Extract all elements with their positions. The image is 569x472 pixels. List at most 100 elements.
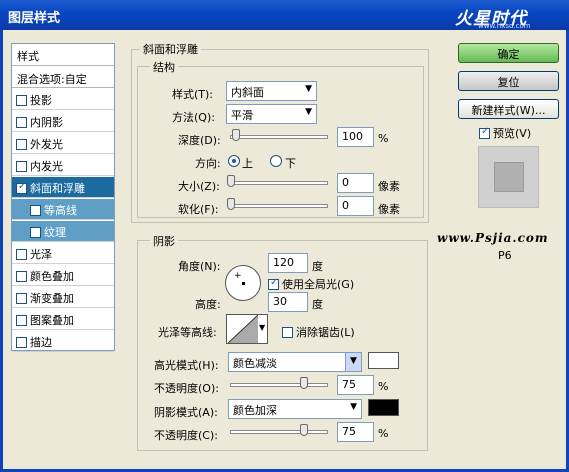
global-light-checkbox[interactable]: 使用全局光(G) [268,276,354,292]
window-title: 图层样式 [8,11,61,26]
shadow-color-swatch[interactable] [368,399,399,416]
preview-square [494,162,524,192]
soften-slider-track[interactable] [230,204,328,208]
shadow-opacity-label: 不透明度(C): [154,429,218,442]
sidebar-item-label: 内阴影 [30,116,63,129]
checkbox-icon[interactable] [16,181,27,194]
highlight-opacity-thumb[interactable] [300,377,308,389]
checkbox-icon [479,126,490,139]
direction-up-label[interactable]: 上 [242,155,253,171]
checkbox-icon[interactable] [16,271,27,282]
depth-unit: % [378,132,389,145]
watermark-url: www.Psjia.com [437,231,549,245]
crosshair-icon: + [234,271,242,281]
technique-select-value: 平滑 [231,109,253,122]
preview-checkbox[interactable]: 预览(V) [479,125,531,141]
sidebar-item[interactable]: 描边 [12,331,114,352]
reset-button[interactable]: 复位 [458,71,559,91]
shadow-mode-select[interactable]: 颜色加深 ▼ [228,399,362,419]
highlight-color-swatch[interactable] [368,352,399,369]
chevron-down-icon: ▼ [259,323,266,332]
anti-aliased-checkbox[interactable]: 消除锯齿(L) [282,324,355,340]
sidebar-item[interactable]: 纹理 [12,221,114,242]
checkbox-icon[interactable] [30,227,41,238]
depth-input[interactable]: 100 [337,127,374,147]
gloss-contour-label: 光泽等高线: [158,326,217,339]
checkbox-icon[interactable] [16,337,27,348]
sidebar-item[interactable]: 渐变叠加 [12,287,114,308]
sidebar-item-label: 斜面和浮雕 [30,182,85,195]
style-select[interactable]: 内斜面 ▼ [226,81,317,101]
sidebar-item[interactable]: 等高线 [12,199,114,220]
global-light-label: 使用全局光(G) [282,278,355,291]
altitude-input[interactable]: 30 [268,292,308,312]
brand-url: www.hxsd.com [478,22,531,30]
checkbox-icon[interactable] [16,249,27,260]
sidebar-item[interactable]: 光泽 [12,243,114,264]
size-input[interactable]: 0 [337,173,374,193]
preview-thumbnail [478,146,539,208]
technique-label: 方法(Q): [172,111,215,124]
sidebar-item-label: 等高线 [44,204,77,217]
highlight-mode-select[interactable]: 颜色减淡 ▼ [228,352,362,372]
size-slider-track[interactable] [230,181,328,185]
shadow-opacity-unit: % [378,427,389,440]
sidebar-item[interactable]: 外发光 [12,133,114,154]
highlight-mode-value: 颜色减淡 [233,357,277,370]
checkbox-icon[interactable] [16,293,27,304]
sidebar-item-label: 内发光 [30,160,63,173]
bevel-title: 斜面和浮雕 [140,41,201,57]
sidebar-item[interactable]: 斜面和浮雕 [12,177,114,198]
checkbox-icon [268,277,279,290]
new-style-button[interactable]: 新建样式(W)... [458,99,559,119]
ok-button[interactable]: 确定 [458,43,559,63]
style-label: 样式(T): [172,88,214,101]
dial-center-dot [242,282,245,285]
shadow-opacity-track[interactable] [230,430,328,434]
sidebar-item[interactable]: 内阴影 [12,111,114,132]
highlight-opacity-track[interactable] [230,383,328,387]
sidebar-item-label: 描边 [30,336,52,349]
highlight-opacity-unit: % [378,380,389,393]
blending-options-item[interactable]: 混合选项:自定 [12,67,114,88]
sidebar-item[interactable]: 内发光 [12,155,114,176]
depth-slider-track[interactable] [230,135,328,139]
chevron-down-icon: ▼ [345,353,361,371]
chevron-down-icon: ▼ [350,402,357,412]
checkbox-icon[interactable] [16,117,27,128]
sidebar-item[interactable]: 图案叠加 [12,309,114,330]
sidebar-item-label: 颜色叠加 [30,270,74,283]
shadow-opacity-thumb[interactable] [300,424,308,436]
style-select-value: 内斜面 [231,86,264,99]
checkbox-icon[interactable] [16,95,27,106]
sidebar-item-label: 纹理 [44,226,66,239]
angle-dial[interactable]: + [225,265,261,301]
styles-header[interactable]: 样式 [12,44,114,66]
direction-down-radio[interactable] [270,155,282,167]
angle-input[interactable]: 120 [268,253,308,273]
checkbox-icon[interactable] [16,139,27,150]
depth-slider-thumb[interactable] [231,129,240,141]
shadow-opacity-input[interactable]: 75 [337,422,374,442]
soften-input[interactable]: 0 [337,196,374,216]
highlight-opacity-input[interactable]: 75 [337,375,374,395]
checkbox-icon[interactable] [16,161,27,172]
size-slider-thumb[interactable] [227,175,235,187]
shadow-mode-label: 阴影模式(A): [154,406,218,419]
checkbox-icon[interactable] [30,205,41,216]
direction-down-label[interactable]: 下 [285,155,296,171]
sidebar-item-label: 渐变叠加 [30,292,74,305]
direction-up-radio[interactable] [228,155,240,167]
structure-title: 结构 [150,59,178,75]
shadow-mode-value: 颜色加深 [233,404,277,417]
sidebar-item[interactable]: 投影 [12,89,114,110]
gloss-contour-picker[interactable]: ▼ [226,314,268,344]
sidebar-item[interactable]: 颜色叠加 [12,265,114,286]
checkbox-icon[interactable] [16,315,27,326]
soften-label: 软化(F): [178,203,219,216]
soften-slider-thumb[interactable] [227,198,235,210]
altitude-label: 高度: [195,298,221,311]
angle-label: 角度(N): [178,260,221,273]
direction-label: 方向: [195,157,221,170]
technique-select[interactable]: 平滑 ▼ [226,104,317,124]
